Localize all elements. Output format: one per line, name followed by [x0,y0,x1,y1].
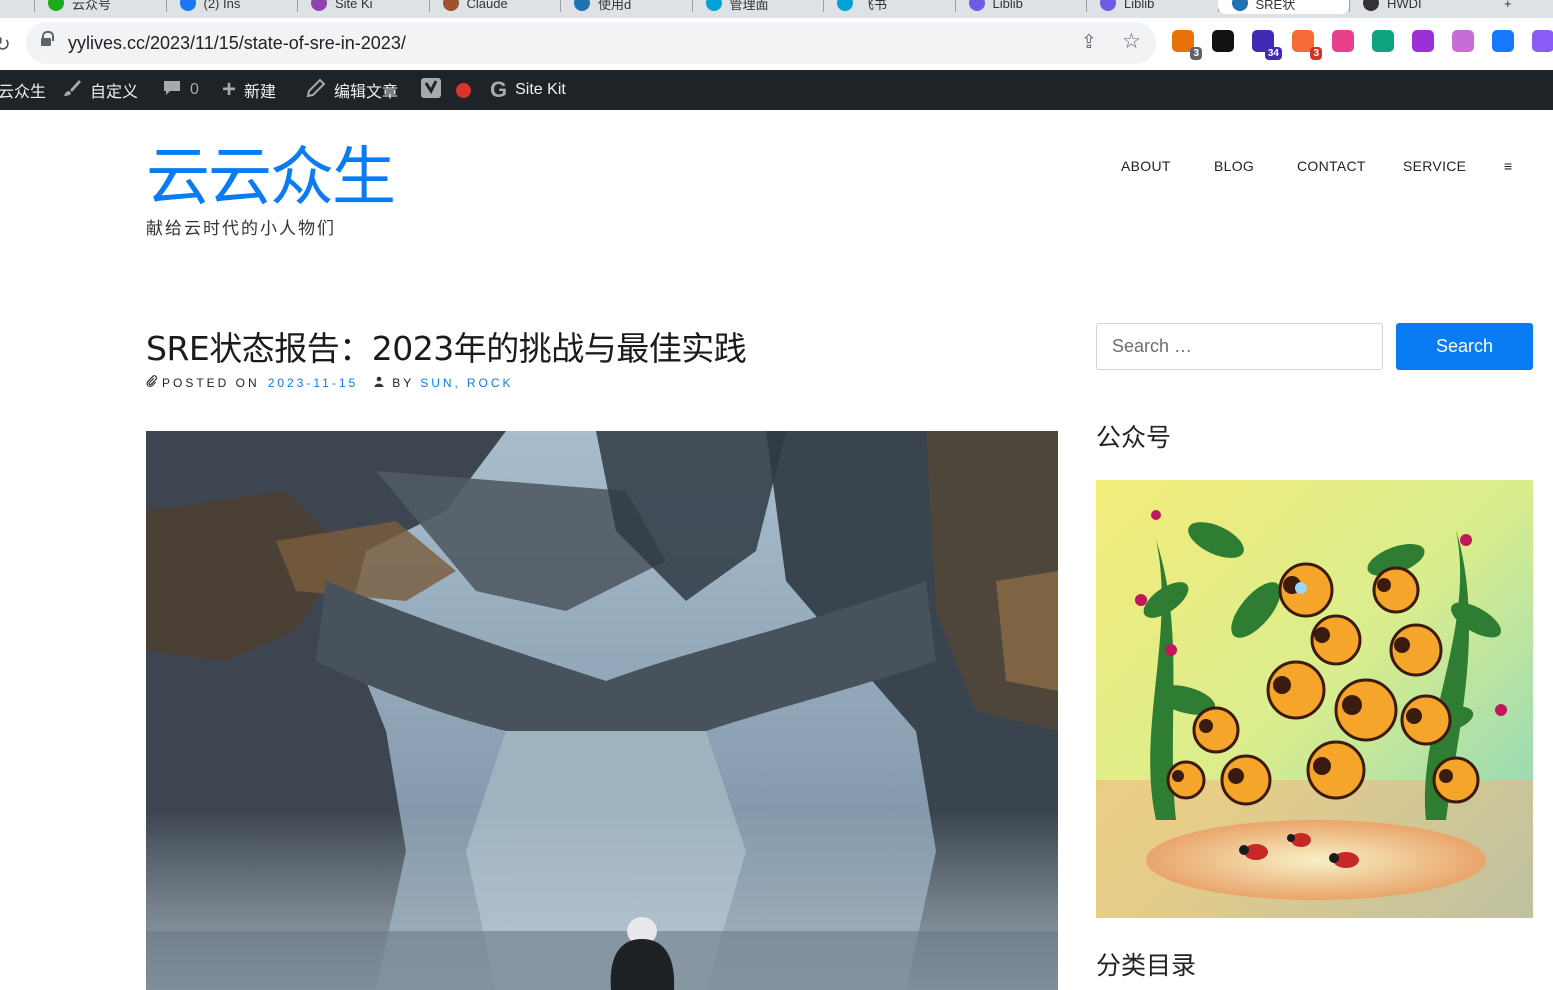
tab-label: SRE状 [1255,0,1296,12]
ext-blue-icon[interactable] [1492,30,1514,52]
share-icon[interactable]: ⇪ [1081,31,1097,54]
browser-tab[interactable]: 管理面 [692,0,824,14]
browser-tab[interactable]: Site Ki [297,0,429,14]
ext-purple-icon[interactable] [1412,30,1434,52]
paintbrush-icon [62,78,82,103]
new-tab-icon[interactable]: + [1490,0,1512,14]
admin-new-label: 新建 [244,84,277,101]
url-text[interactable]: yylives.cc/2023/11/15/state-of-sre-in-20… [68,33,406,54]
tab-label: 管理面 [729,0,769,12]
yoast-icon [420,77,442,104]
post-date-link[interactable]: 2023-11-15 [268,376,359,390]
admin-edit-label: 编辑文章 [334,84,399,101]
ext-pink-icon[interactable] [1332,30,1354,52]
admin-customize-label: 自定义 [90,84,139,101]
author-separator: , [454,375,461,390]
browser-tab[interactable]: SRE状 [1217,0,1349,14]
tab-favicon-icon [1100,0,1116,11]
bookmark-star-icon[interactable]: ☆ [1122,29,1141,54]
search-button[interactable]: Search [1396,323,1533,370]
nav-item-service[interactable]: SERVICE [1403,158,1466,174]
comment-bubble-icon [162,78,182,103]
browser-tab[interactable]: 云众号 [34,0,166,14]
browser-tab[interactable]: Liblib [955,0,1087,14]
yoast-seo-menu[interactable] [420,70,471,110]
user-icon [374,376,384,390]
browser-tab[interactable]: 飞书 [823,0,955,14]
admin-new-link[interactable]: + 新建 [222,70,276,110]
posted-on-label: POSTED ON [162,375,260,390]
tab-label: (2) Ins [203,0,241,11]
paperclip-icon [146,375,158,390]
admin-site-label: 云众生 [0,84,47,101]
extension-badge: 3 [1190,47,1202,60]
browser-tab[interactable]: HWDI [1349,0,1481,14]
tab-favicon-icon [705,0,722,11]
tab-label: HWDI [1387,0,1422,11]
widget-title-categories: 分类目录 [1096,951,1197,980]
plus-icon: + [222,76,237,103]
admin-sitekit-link[interactable]: G Site Kit [490,70,566,110]
search-input[interactable] [1096,323,1383,370]
browser-toolbar: ↻ yylives.cc/2023/11/15/state-of-sre-in-… [0,18,1553,70]
admin-comments-link[interactable]: 0 [162,70,199,110]
nav-item-contact[interactable]: CONTACT [1297,158,1366,174]
tab-favicon-icon [48,0,64,11]
browser-tab[interactable]: 使用d [560,0,692,14]
tab-label: 飞书 [861,0,888,12]
address-bar[interactable]: yylives.cc/2023/11/15/state-of-sre-in-20… [26,22,1156,64]
nav-item-about[interactable]: ABOUT [1121,158,1171,174]
menu-toggle-icon[interactable]: ≡ [1504,158,1512,174]
tab-favicon-icon [968,0,985,11]
ext-teal-icon[interactable] [1372,30,1394,52]
graduation-cap-icon[interactable]: 34 [1252,30,1282,60]
tab-favicon-icon [837,0,853,11]
wp-admin-bar: 云众生 自定义 0 + 新建 编辑文章 G Site Kit [0,70,1553,110]
author-link-sun[interactable]: SUN [420,376,454,390]
wechat-qr-image [1096,480,1533,918]
browser-tab[interactable]: (2) Ins [166,0,298,14]
lock-icon[interactable] [41,31,54,47]
tab-favicon-icon [179,0,196,11]
notion-icon[interactable] [1212,30,1234,52]
featured-image [146,431,1058,990]
extension-badge: 3 [1310,47,1322,60]
pencil-icon [306,78,326,103]
browser-tab[interactable]: Liblib [1086,0,1218,14]
tab-favicon-icon [1231,0,1248,11]
chrome-ext-icon[interactable]: 3 [1172,30,1202,60]
author-link-rock[interactable]: ROCK [467,376,514,390]
browser-tab-strip: 云众号 (2) Ins Site Ki Claude 使用d 管理面 飞书 Liblib Lib… [0,0,1553,18]
admin-customize-link[interactable]: 自定义 [62,70,138,110]
tab-label: 云众号 [72,0,112,12]
extension-badge: 34 [1264,47,1282,60]
tab-label: Site Ki [335,0,373,11]
ext-cat-icon[interactable] [1452,30,1474,52]
site-title[interactable]: 云云众生 [146,142,396,214]
admin-site-link[interactable]: 云众生 [0,70,46,110]
tab-favicon-icon [311,0,327,11]
nav-item-blog[interactable]: BLOG [1214,158,1254,174]
reload-icon[interactable]: ↻ [0,32,11,57]
browser-tab[interactable]: Claude [429,0,561,14]
tab-label: Claude [466,0,508,11]
post-meta: POSTED ON 2023-11-15 BY SUN, ROCK [146,375,514,390]
admin-comments-count: 0 [190,81,199,98]
site-description: 献给云时代的小人物们 [146,219,336,238]
tab-favicon-icon [574,0,590,11]
widget-title-wechat: 公众号 [1096,423,1172,452]
admin-edit-post-link[interactable]: 编辑文章 [306,70,398,110]
tab-label: 使用d [598,0,632,12]
ext-orange-icon[interactable]: 3 [1292,30,1322,60]
by-label: BY [392,375,415,390]
tab-label: Liblib [992,0,1023,11]
seo-status-dot [456,82,471,98]
tab-label: Liblib [1124,0,1155,11]
google-g-icon: G [490,77,508,102]
openai-icon[interactable] [1532,30,1553,52]
tab-favicon-icon [442,0,459,11]
admin-sitekit-label: Site Kit [515,81,566,98]
post-title: SRE状态报告：2023年的挑战与最佳实践 [146,329,747,368]
tab-favicon-icon [1363,0,1379,11]
